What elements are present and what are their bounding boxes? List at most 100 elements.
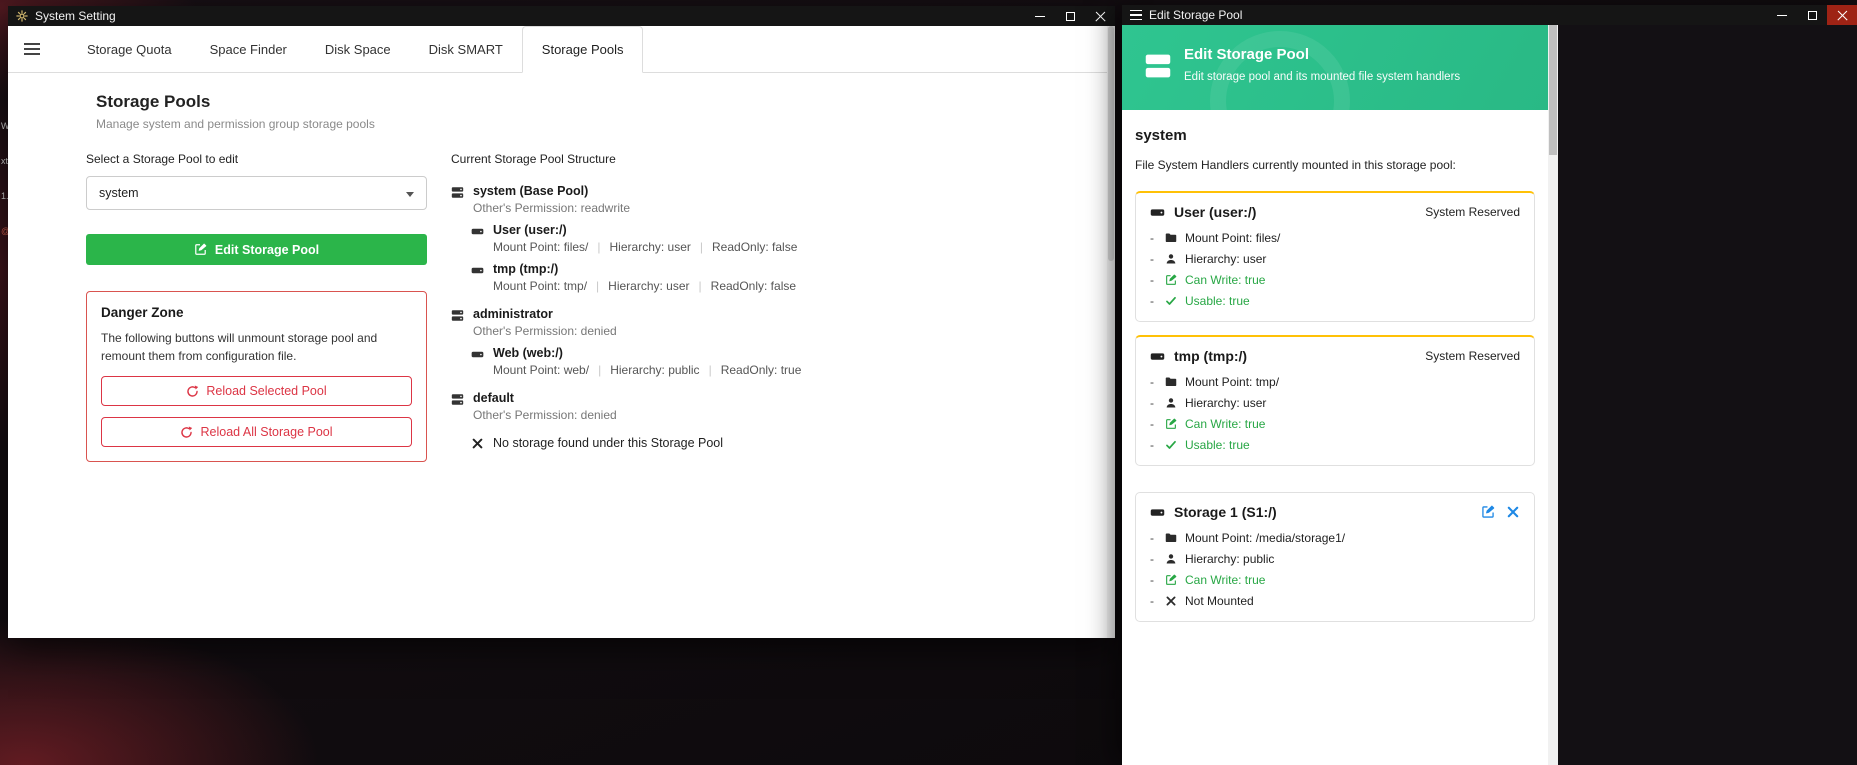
pool-permission: Other's Permission: denied [473, 408, 617, 422]
page-banner: Edit Storage Pool Edit storage pool and … [1122, 25, 1548, 110]
storage-pool-select[interactable]: system [86, 176, 427, 210]
edit-storage-pool-button[interactable]: Edit Storage Pool [86, 234, 427, 265]
hdd-icon [1150, 505, 1165, 520]
tab-disk-smart[interactable]: Disk SMART [410, 26, 522, 72]
handler-name: User (user:/) [1174, 204, 1256, 220]
tab-space-finder[interactable]: Space Finder [191, 26, 306, 72]
handler-name: Storage 1 (S1:/) [1174, 504, 1277, 520]
handler-property: Mount Point: files/ [1150, 231, 1520, 245]
scrollbar-thumb[interactable] [1108, 26, 1114, 261]
reload-selected-pool-button[interactable]: Reload Selected Pool [101, 376, 412, 406]
check-icon [1165, 439, 1177, 451]
edit-icon [194, 243, 207, 256]
server-icon [451, 309, 464, 322]
person-icon [1165, 253, 1177, 265]
edit-pool-panel: Edit Storage Pool Edit storage pool and … [1122, 25, 1548, 765]
pool-name: system (Base Pool) [473, 184, 630, 198]
check-icon [1165, 295, 1177, 307]
maximize-button[interactable] [1797, 5, 1827, 25]
storage-name: Web (web:/) [493, 346, 801, 360]
scrollbar[interactable] [1548, 25, 1558, 765]
danger-zone-description: The following buttons will unmount stora… [101, 329, 412, 365]
maximize-icon [1808, 11, 1817, 20]
pool-edit-column: Select a Storage Pool to edit system Edi… [86, 152, 427, 462]
close-button[interactable] [1085, 6, 1115, 26]
storage-row: Web (web:/) Mount Point: web/Hierarchy: … [471, 346, 1031, 377]
close-icon [1837, 10, 1848, 21]
titlebar: Edit Storage Pool [1122, 5, 1857, 25]
storage-details: Mount Point: files/Hierarchy: userReadOn… [493, 240, 797, 254]
refresh-icon [186, 385, 199, 398]
pool-row: administrator Other's Permission: denied [451, 307, 1031, 338]
storage-details: Mount Point: web/Hierarchy: publicReadOn… [493, 363, 801, 377]
storage-name: User (user:/) [493, 223, 797, 237]
server-icon [451, 186, 464, 199]
handler-property: Can Write: true [1150, 417, 1520, 431]
server-icon [451, 393, 464, 406]
tab-storage-quota[interactable]: Storage Quota [68, 26, 191, 72]
pool-name: administrator [473, 307, 617, 321]
folder-icon [1165, 532, 1177, 544]
window-title: Edit Storage Pool [1149, 8, 1242, 22]
scrollbar-thumb[interactable] [1549, 25, 1557, 155]
x-icon [1165, 595, 1177, 607]
hdd-icon [471, 348, 484, 361]
person-icon [1165, 397, 1177, 409]
minimize-icon [1035, 16, 1045, 17]
handler-name: tmp (tmp:/) [1174, 348, 1247, 364]
system-reserved-badge: System Reserved [1425, 205, 1520, 219]
minimize-icon [1777, 15, 1787, 16]
handler-card-tmp: tmp (tmp:/) System Reserved Mount Point:… [1135, 335, 1535, 466]
gear-icon [16, 10, 28, 22]
system-reserved-badge: System Reserved [1425, 349, 1520, 363]
window-background [1558, 25, 1857, 765]
system-setting-window: System Setting Storage Quota Space Finde… [8, 6, 1115, 638]
tab-disk-space[interactable]: Disk Space [306, 26, 410, 72]
edit-icon [1165, 418, 1177, 430]
tab-storage-pools[interactable]: Storage Pools [522, 26, 644, 73]
handler-property: Hierarchy: user [1150, 396, 1520, 410]
maximize-button[interactable] [1055, 6, 1085, 26]
handlers-description: File System Handlers currently mounted i… [1135, 158, 1535, 172]
handler-property: Can Write: true [1150, 273, 1520, 287]
refresh-icon [180, 426, 193, 439]
scrollbar[interactable] [1107, 26, 1115, 638]
page-title: Storage Pools [96, 92, 375, 112]
minimize-button[interactable] [1767, 5, 1797, 25]
chevron-down-icon [406, 192, 414, 197]
hdd-icon [1150, 349, 1165, 364]
pool-name: default [473, 391, 617, 405]
reload-all-pool-button[interactable]: Reload All Storage Pool [101, 417, 412, 447]
handler-property: Mount Point: tmp/ [1150, 375, 1520, 389]
handler-property: Usable: true [1150, 294, 1520, 308]
close-icon [1095, 11, 1106, 22]
titlebar: System Setting [8, 6, 1115, 26]
window-controls [1025, 6, 1115, 26]
page-subtitle: Manage system and permission group stora… [96, 117, 375, 131]
handler-actions [1481, 505, 1520, 519]
handler-property: Mount Point: /media/storage1/ [1150, 531, 1520, 545]
structure-label: Current Storage Pool Structure [451, 152, 1031, 166]
remove-handler-button[interactable] [1506, 505, 1520, 519]
minimize-button[interactable] [1025, 6, 1055, 26]
handler-property: Hierarchy: user [1150, 252, 1520, 266]
select-pool-label: Select a Storage Pool to edit [86, 152, 427, 166]
edit-icon [1165, 574, 1177, 586]
maximize-icon [1066, 12, 1075, 21]
danger-zone-title: Danger Zone [101, 305, 412, 320]
handler-property: Hierarchy: public [1150, 552, 1520, 566]
hdd-icon [1150, 205, 1165, 220]
hdd-icon [471, 225, 484, 238]
selected-pool-value: system [99, 186, 139, 200]
hdd-icon [471, 264, 484, 277]
handler-card-storage1: Storage 1 (S1:/) Mount Point: /media/sto… [1135, 492, 1535, 622]
menu-button[interactable] [24, 26, 40, 72]
pool-row: system (Base Pool) Other's Permission: r… [451, 184, 1031, 215]
close-button[interactable] [1827, 5, 1857, 25]
page-header: Storage Pools Manage system and permissi… [96, 92, 375, 131]
edit-icon [1165, 274, 1177, 286]
handler-card-user: User (user:/) System Reserved Mount Poin… [1135, 191, 1535, 322]
edit-handler-button[interactable] [1481, 505, 1495, 519]
pool-structure-column: Current Storage Pool Structure system (B… [451, 152, 1031, 450]
banner-title: Edit Storage Pool [1184, 46, 1460, 63]
